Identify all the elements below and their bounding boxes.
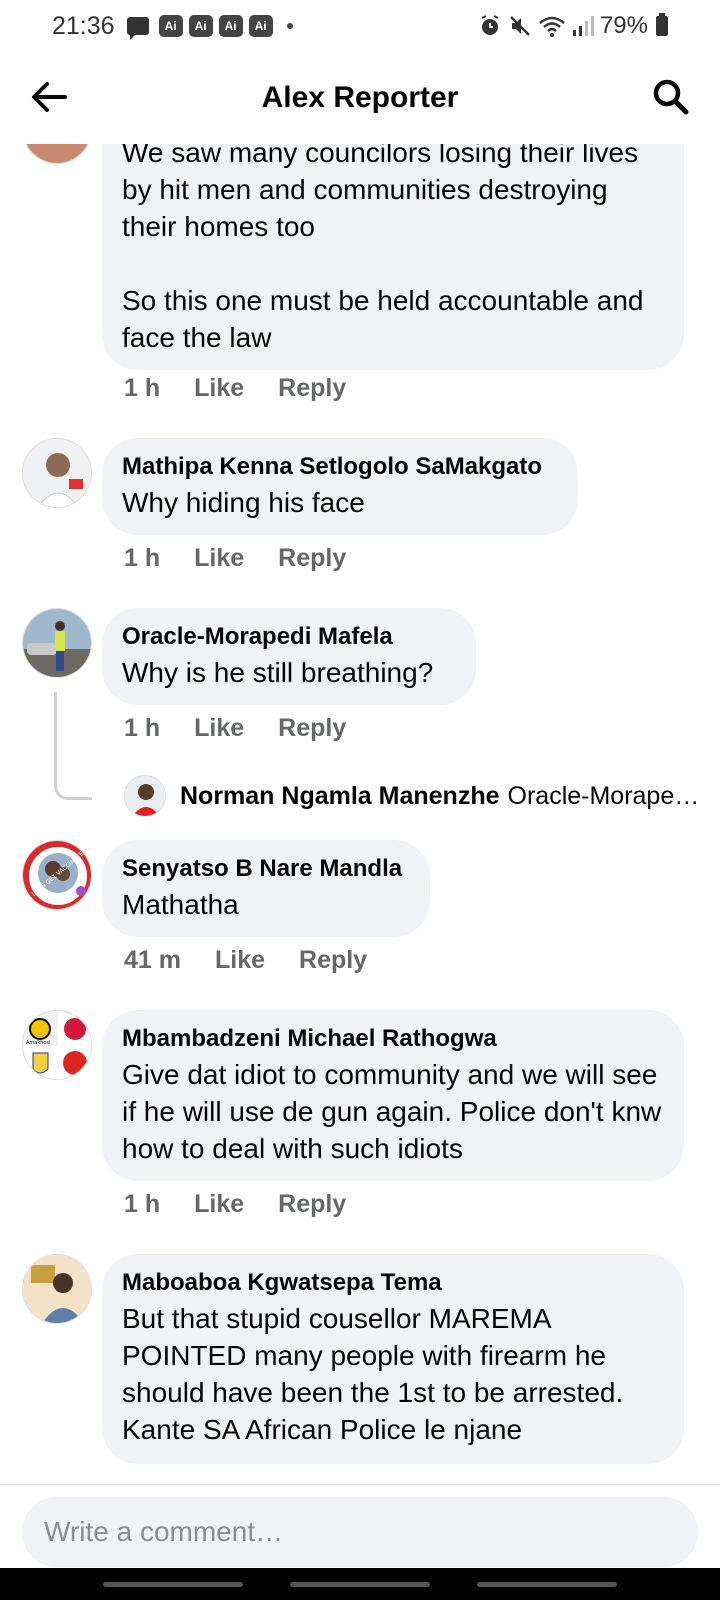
status-right: 79%	[478, 12, 668, 40]
comment-bubble[interactable]: Oracle-Morapedi Mafela Why is he still b…	[102, 608, 476, 705]
status-bar: 21:36 Ai Ai Ai Ai 79%	[0, 0, 720, 52]
like-button[interactable]: Like	[194, 544, 244, 573]
comment-bubble[interactable]: Senyatso B Nare Mandla Mathatha	[102, 840, 430, 937]
avatar[interactable]	[124, 775, 166, 817]
comment-text: But that stupid cousellor MAREMA POINTED…	[122, 1303, 624, 1445]
reply-button[interactable]: Reply	[278, 544, 346, 573]
avatar[interactable]	[22, 438, 92, 508]
nav-back-button[interactable]	[476, 1581, 617, 1587]
comment-time: 1 h	[124, 1190, 161, 1218]
comment-text: Why hiding his face	[122, 487, 365, 518]
comment-input[interactable]: Write a comment…	[22, 1497, 698, 1567]
comment-bubble[interactable]: We saw many councilors losing their live…	[102, 144, 684, 370]
comment-author[interactable]: Oracle-Morapedi Mafela	[122, 620, 456, 654]
reply-button[interactable]: Reply	[278, 1190, 346, 1219]
comment-time: 41 m	[124, 946, 181, 974]
reply-preview-row[interactable]: Norman Ngamla Manenzhe Oracle-Morape…	[124, 774, 699, 818]
avatar[interactable]: LET'S GET VACCINATED	[22, 840, 92, 910]
avatar[interactable]	[22, 1254, 92, 1324]
like-button[interactable]: Like	[194, 1190, 244, 1219]
ai-notification-icon: Ai	[248, 15, 273, 37]
comment-text: Mathatha	[122, 889, 239, 920]
ai-notification-icon: Ai	[188, 15, 213, 37]
comment-actions: 1 h Like Reply	[124, 714, 346, 743]
battery-percent: 79%	[599, 12, 648, 39]
reply-thread-line	[54, 692, 92, 800]
comment-bubble[interactable]: Mathipa Kenna Setlogolo SaMakgato Why hi…	[102, 438, 578, 535]
comment-time: 1 h	[124, 544, 161, 572]
reply-button[interactable]: Reply	[278, 374, 346, 403]
avatar[interactable]	[22, 608, 92, 678]
page-title: Alex Reporter	[261, 81, 459, 114]
ai-notification-icon: Ai	[218, 15, 243, 37]
mute-icon	[510, 16, 530, 36]
nav-recents-button[interactable]	[103, 1581, 244, 1587]
comment-actions: 1 h Like Reply	[124, 1190, 346, 1219]
signal-icon	[572, 16, 594, 36]
avatar[interactable]: Amakhosi	[22, 1010, 92, 1080]
comment-actions: 1 h Like Reply	[124, 544, 346, 573]
comment-bubble[interactable]: Mbambadzeni Michael Rathogwa Give dat id…	[102, 1010, 684, 1181]
battery-icon	[656, 13, 668, 36]
reply-preview-text: Oracle-Morape…	[507, 781, 700, 810]
ai-notification-icon: Ai	[158, 15, 183, 37]
comment-text: Why is he still breathing?	[122, 657, 434, 688]
comment-author[interactable]: Mathipa Kenna Setlogolo SaMakgato	[122, 450, 558, 484]
comment-text: Give dat idiot to community and we will …	[122, 1059, 662, 1164]
comment-actions: 41 m Like Reply	[124, 946, 367, 975]
nav-home-button[interactable]	[289, 1581, 430, 1587]
search-button[interactable]	[648, 74, 694, 120]
reply-button[interactable]: Reply	[278, 714, 346, 743]
amakhosi-badge-text: Amakhosi	[26, 1040, 50, 1046]
comments-list[interactable]: We saw many councilors losing their live…	[0, 144, 720, 1484]
like-button[interactable]: Like	[194, 714, 244, 743]
avatar[interactable]	[22, 144, 92, 164]
app-header: Alex Reporter	[0, 52, 720, 144]
back-button[interactable]	[26, 74, 72, 120]
status-left: 21:36 Ai Ai Ai Ai	[52, 12, 293, 41]
comment-time: 1 h	[124, 714, 161, 742]
search-icon	[653, 79, 689, 115]
status-time: 21:36	[52, 11, 115, 40]
comment-author[interactable]: Maboaboa Kgwatsepa Tema	[122, 1266, 664, 1300]
like-button[interactable]: Like	[215, 946, 265, 975]
like-button[interactable]: Like	[194, 374, 244, 403]
reply-button[interactable]: Reply	[299, 946, 367, 975]
comment-bubble[interactable]: Maboaboa Kgwatsepa Tema But that stupid …	[102, 1254, 684, 1464]
comment-text: We saw many councilors losing their live…	[122, 144, 644, 353]
comment-actions: 1 h Like Reply	[124, 374, 346, 403]
comment-composer-area: Write a comment…	[0, 1484, 720, 1568]
system-nav-bar	[0, 1568, 720, 1600]
wifi-icon	[539, 16, 565, 37]
reply-author: Norman Ngamla Manenzhe	[180, 781, 500, 810]
alarm-icon	[481, 15, 499, 35]
arrow-left-icon	[32, 82, 67, 112]
comment-author[interactable]: Mbambadzeni Michael Rathogwa	[122, 1022, 664, 1056]
comment-author[interactable]: Senyatso B Nare Mandla	[122, 852, 410, 886]
more-notifications-dot-icon	[286, 23, 293, 29]
comment-time: 1 h	[124, 374, 161, 402]
message-notification-icon	[126, 17, 149, 40]
